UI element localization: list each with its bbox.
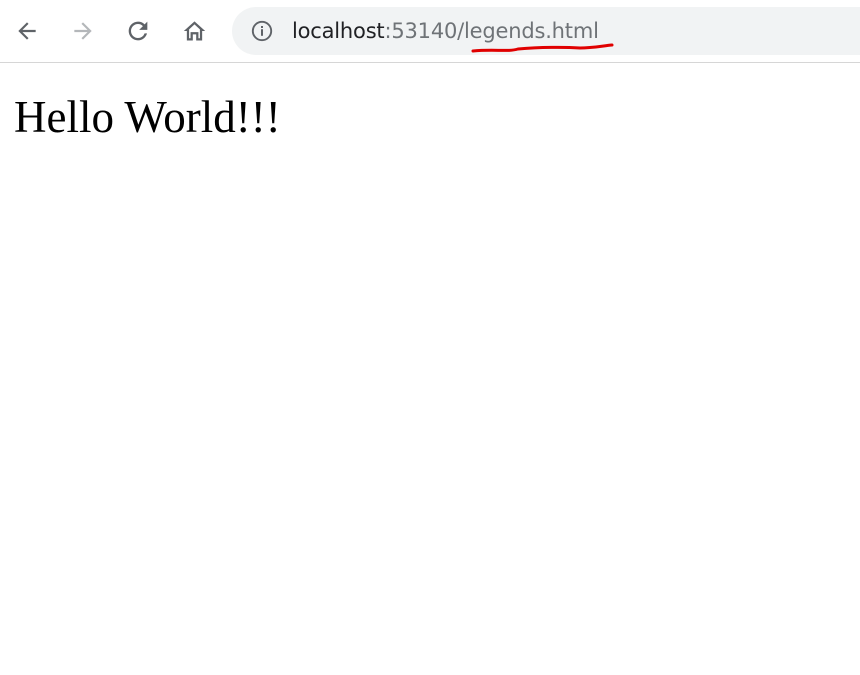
forward-button[interactable]: [64, 12, 102, 50]
reload-icon: [124, 17, 152, 45]
url-host: localhost: [292, 19, 385, 43]
home-button[interactable]: [175, 12, 213, 50]
browser-toolbar: localhost:53140/legends.html: [0, 0, 860, 63]
arrow-right-icon: [70, 18, 96, 44]
back-button[interactable]: [8, 12, 46, 50]
info-circle-icon[interactable]: [250, 19, 274, 43]
address-bar[interactable]: localhost:53140/legends.html: [232, 7, 860, 55]
url-text[interactable]: localhost:53140/legends.html: [292, 17, 599, 45]
page-content: Hello World!!!: [0, 63, 860, 675]
home-icon: [181, 18, 208, 45]
reload-button[interactable]: [119, 12, 157, 50]
page-heading: Hello World!!!: [14, 92, 281, 142]
url-path: :53140/legends.html: [384, 19, 599, 43]
arrow-left-icon: [14, 18, 40, 44]
